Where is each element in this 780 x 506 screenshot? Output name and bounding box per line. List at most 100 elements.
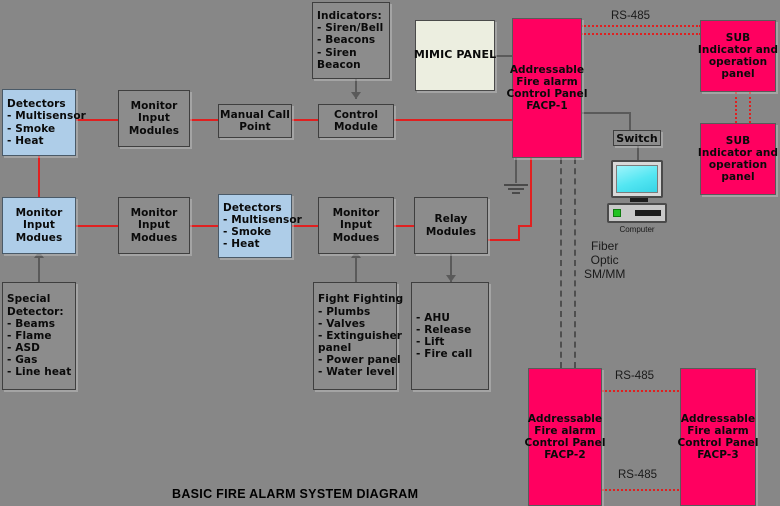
wire-relay-to-facp1 xyxy=(530,158,532,226)
relay-line-0: Relay xyxy=(434,213,468,226)
box-control-module[interactable]: Control Module xyxy=(318,104,394,138)
mcp-line-1: Point xyxy=(239,121,271,133)
box-relay-modules[interactable]: Relay Modules xyxy=(414,197,488,254)
mim1-line-1: Input xyxy=(138,112,170,125)
mcp-line-0: Manual Call xyxy=(220,108,290,121)
gwire-switch-to-computer xyxy=(637,146,639,160)
arrow-relay-to-ahulist-icon xyxy=(446,275,456,282)
specialdet-line-3: - Flame xyxy=(7,329,52,342)
box-monitor-input-modules-1[interactable]: Monitor Input Modules xyxy=(118,90,190,147)
box-sub-panel-2[interactable]: SUB Indicator and operation panel xyxy=(697,123,779,195)
gwire-facp1-to-switch-h xyxy=(581,112,631,114)
box-detectors-mid[interactable]: Detectors - Multisensor - Smoke - Heat xyxy=(218,194,302,258)
ahulist-line-1: - Release xyxy=(416,323,472,336)
ahulist-line-3: - Fire call xyxy=(416,348,473,361)
gwire-facp1-to-switch-v xyxy=(629,112,631,130)
box-monitor-input-modues-left[interactable]: Monitor Input Modues xyxy=(2,197,76,254)
facp1-line-3: FACP-1 xyxy=(526,100,568,113)
dashed-fiber-optic-a xyxy=(560,158,562,368)
monitor-stand-icon xyxy=(630,198,648,202)
sub2-line-0: SUB xyxy=(725,134,751,147)
box-detectors-top[interactable]: Detectors - Multisensor - Smoke - Heat xyxy=(2,89,86,156)
wire-relay-step-h1 xyxy=(488,239,520,241)
indicators-line-1: - Siren/Bell xyxy=(317,22,384,35)
gwire-facp1-ground-stem xyxy=(515,157,517,183)
detectors-mid-line-2: - Smoke xyxy=(223,226,272,238)
facp3-line-0: Addressable xyxy=(680,412,756,425)
mim2-line-2: Modues xyxy=(130,231,178,244)
computer-node[interactable]: Computer xyxy=(607,160,667,234)
indicators-line-0: Indicators: xyxy=(317,10,382,23)
specialdet-line-0: Special xyxy=(7,293,51,306)
facp3-line-1: Fire alarm xyxy=(687,424,749,437)
box-monitor-input-modues-2[interactable]: Monitor Input Modues xyxy=(118,197,190,254)
wire-ctrlmod-to-facp1 xyxy=(394,119,512,121)
label-rs485-mid: RS-485 xyxy=(615,370,654,382)
mim3-line-2: Modues xyxy=(332,231,380,244)
specialdet-line-5: - Gas xyxy=(7,354,38,367)
facp2-line-3: FACP-2 xyxy=(544,449,586,462)
mimleft-line-0: Monitor xyxy=(15,207,63,220)
dotted-sub1-sub2-a xyxy=(735,92,737,123)
mim1-line-0: Monitor xyxy=(130,100,178,113)
wire-relay-step-v1 xyxy=(518,226,520,240)
switch-node[interactable]: Switch xyxy=(613,130,661,146)
monitor-screen xyxy=(616,165,658,193)
sub2-line-3: panel xyxy=(721,171,755,184)
mim2-line-1: Input xyxy=(138,219,170,232)
dotted-sub1-sub2-b xyxy=(749,92,751,123)
box-sub-panel-1[interactable]: SUB Indicator and operation panel xyxy=(698,20,778,92)
gwire-mimic-to-facp1 xyxy=(495,55,513,57)
fiber-optic-text: Fiber Optic SM/MM xyxy=(584,239,626,282)
page-title: BASIC FIRE ALARM SYSTEM DIAGRAM xyxy=(172,487,419,501)
ctrlmod-line-0: Control xyxy=(333,108,379,121)
wire-mim3-to-relay xyxy=(394,225,414,227)
box-mimic-panel[interactable]: MIMIC PANEL xyxy=(414,20,496,91)
relay-line-1: Modules xyxy=(425,225,477,238)
ctrlmod-line-1: Module xyxy=(334,121,378,133)
dotted-rs485-facp2-facp3-top xyxy=(602,390,682,392)
box-facp-3[interactable]: Addressable Fire alarm Control Panel FAC… xyxy=(677,368,758,506)
detectors-top-line-3: - Heat xyxy=(7,134,44,147)
detectors-mid-line-3: - Heat xyxy=(223,238,260,251)
dotted-rs485-facp1-sub1-a xyxy=(581,25,701,27)
sub2-line-1: Indicator and xyxy=(697,146,779,159)
arrow-indicators-to-ctrlmod-icon xyxy=(351,92,361,99)
label-rs485-bottom: RS-485 xyxy=(618,469,657,481)
fire-alarm-system-diagram: Detectors - Multisensor - Smoke - Heat M… xyxy=(0,0,780,506)
dotted-rs485-facp1-sub1-b xyxy=(581,33,701,35)
ahulist-line-2: - Lift xyxy=(416,336,445,348)
indicators-line-3: - Siren xyxy=(317,46,357,59)
facp3-line-3: FACP-3 xyxy=(697,449,739,462)
drive-slot-icon xyxy=(635,210,661,216)
gwire-fightfighting-to-mim3 xyxy=(355,254,357,282)
box-fight-fighting[interactable]: Fight Fighting - Plumbs - Valves - Extin… xyxy=(313,282,403,390)
box-indicators[interactable]: Indicators: - Siren/Bell - Beacons - Sir… xyxy=(312,2,390,79)
monitor-icon xyxy=(611,160,663,198)
switch-label: Switch xyxy=(616,131,658,145)
box-special-detector[interactable]: Special Detector: - Beams - Flame - ASD … xyxy=(2,282,76,390)
wire-monitorleft-to-mim2 xyxy=(76,225,118,227)
specialdet-line-1: Detector: xyxy=(7,305,64,318)
fightfighting-line-6: - Water level xyxy=(318,366,395,379)
box-facp-1[interactable]: Addressable Fire alarm Control Panel FAC… xyxy=(506,18,587,158)
specialdet-line-6: - Line heat xyxy=(7,366,72,379)
box-ahu-list[interactable]: - AHU - Release - Lift - Fire call xyxy=(411,282,489,390)
computer-tower-icon xyxy=(607,203,667,223)
box-monitor-input-modues-3[interactable]: Monitor Input Modues xyxy=(318,197,394,254)
mim3-line-1: Input xyxy=(340,219,372,232)
mimleft-line-1: Input xyxy=(23,219,55,232)
specialdet-line-4: - ASD xyxy=(7,342,40,355)
label-rs485-top: RS-485 xyxy=(611,10,650,22)
dotted-rs485-facp2-facp3-bottom xyxy=(602,489,682,491)
detectors-mid-line-0: Detectors xyxy=(223,201,282,214)
facp1-line-2: Control Panel xyxy=(506,88,588,100)
detectors-top-line-2: - Smoke xyxy=(7,122,56,135)
wire-mcp-to-ctrlmod xyxy=(292,119,318,121)
fightfighting-line-2: - Valves xyxy=(318,317,366,330)
box-facp-2[interactable]: Addressable Fire alarm Control Panel FAC… xyxy=(524,368,605,506)
ahulist-line-0: - AHU xyxy=(416,311,450,324)
box-manual-call-point[interactable]: Manual Call Point xyxy=(218,104,292,138)
computer-label: Computer xyxy=(619,225,655,234)
facp2-line-1: Fire alarm xyxy=(534,424,596,437)
